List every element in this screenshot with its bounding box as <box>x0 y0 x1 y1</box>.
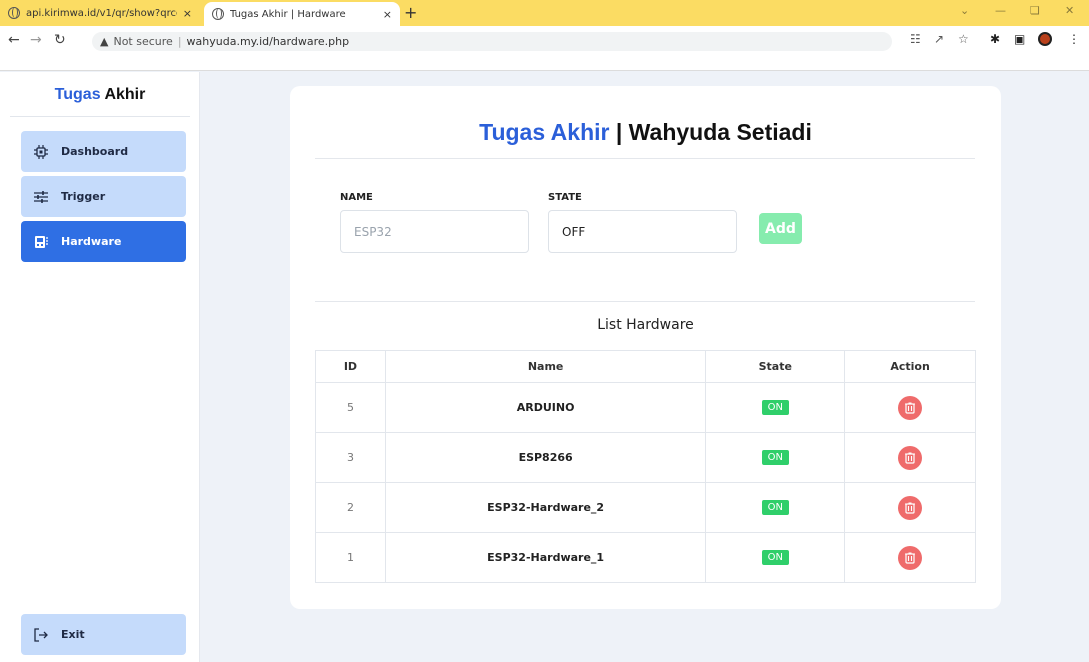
url-separator: | <box>177 35 182 48</box>
minimize-icon[interactable]: — <box>995 4 1006 17</box>
profile-avatar[interactable] <box>1038 32 1052 46</box>
cell-state: ON <box>705 382 846 433</box>
cell-action <box>844 482 976 533</box>
back-icon[interactable]: ← <box>8 32 20 48</box>
table-row: 2 ESP32-Hardware_2 ON <box>315 482 976 533</box>
warning-icon: ▲ <box>100 35 109 48</box>
globe-icon <box>8 7 20 19</box>
chip-icon <box>34 144 48 159</box>
brand-accent: Tugas <box>54 86 101 103</box>
header-action: Action <box>844 350 976 383</box>
title-accent: Tugas Akhir <box>479 119 610 145</box>
restore-icon[interactable]: ❏ <box>1030 4 1040 17</box>
url-bar[interactable]: ▲ Not secure | wahyuda.my.id/hardware.ph… <box>92 32 892 51</box>
cell-name: ESP32-Hardware_1 <box>384 532 707 583</box>
trash-icon <box>905 401 916 414</box>
cell-name: ESP32-Hardware_2 <box>384 482 707 533</box>
table-row: 3 ESP8266 ON <box>315 432 976 483</box>
bookmark-star-icon[interactable]: ☆ <box>958 32 969 46</box>
form-divider <box>315 301 975 302</box>
window-close-icon[interactable]: ✕ <box>1065 4 1074 17</box>
delete-button[interactable] <box>898 495 923 520</box>
status-badge[interactable]: ON <box>761 500 789 515</box>
table-row: 5 ARDUINO ON <box>315 382 976 433</box>
cell-state: ON <box>705 482 846 533</box>
brand-rest: Akhir <box>100 86 146 103</box>
main-card: Tugas Akhir | Wahyuda Setiadi NAME STATE… <box>290 86 1001 609</box>
share-icon[interactable]: ↗ <box>934 32 944 46</box>
browser-tab-bar: api.kirimwa.id/v1/qr/show?qrcod × Tugas … <box>0 0 1089 26</box>
cell-state: ON <box>705 532 846 583</box>
exit-label: Exit <box>61 628 85 641</box>
menu-kebab-icon[interactable]: ⋮ <box>1068 32 1080 46</box>
globe-icon <box>212 8 224 20</box>
tab-title: Tugas Akhir | Hardware <box>230 8 346 20</box>
sidebar-item-hardware[interactable]: Hardware <box>21 221 186 262</box>
sidebar-brand: Tugas Akhir <box>0 86 200 104</box>
cell-id: 5 <box>315 382 386 433</box>
table-header-row: ID Name State Action <box>315 350 976 383</box>
delete-button[interactable] <box>898 395 923 420</box>
board-icon <box>35 235 48 248</box>
sidebar: Tugas Akhir Dashboard Trigger Hardware E… <box>0 72 200 662</box>
title-rest: | Wahyuda Setiadi <box>609 119 812 145</box>
cell-action <box>844 382 976 433</box>
tab-search-icon[interactable]: ⌄ <box>960 4 969 17</box>
header-id: ID <box>315 350 386 383</box>
sidebar-divider <box>10 116 190 117</box>
status-badge[interactable]: ON <box>761 550 789 565</box>
address-toolbar: ← → ↻ ▲ Not secure | wahyuda.my.id/hardw… <box>0 26 1089 71</box>
sliders-icon <box>34 190 48 203</box>
cell-action <box>844 432 976 483</box>
browser-tab-kirimwa[interactable]: api.kirimwa.id/v1/qr/show?qrcod × <box>0 0 200 26</box>
close-tab-icon[interactable]: × <box>183 7 192 20</box>
state-field[interactable]: OFF <box>548 210 737 253</box>
name-label: NAME <box>340 192 373 203</box>
cell-name: ARDUINO <box>384 382 707 433</box>
sidebar-item-exit[interactable]: Exit <box>21 614 186 655</box>
trash-icon <box>905 451 916 464</box>
security-label: Not secure <box>113 35 173 48</box>
extensions-icon[interactable]: ✱ <box>990 32 1000 46</box>
reload-icon[interactable]: ↻ <box>54 32 66 48</box>
sidebar-item-label: Trigger <box>61 190 106 203</box>
cell-action <box>844 532 976 583</box>
close-tab-icon[interactable]: × <box>383 8 392 21</box>
trash-icon <box>905 551 916 564</box>
title-divider <box>315 158 975 159</box>
cell-id: 3 <box>315 432 386 483</box>
tab-title: api.kirimwa.id/v1/qr/show?qrcod <box>26 7 177 19</box>
url-text: wahyuda.my.id/hardware.php <box>186 35 350 48</box>
delete-button[interactable] <box>898 545 923 570</box>
status-badge[interactable]: ON <box>761 450 789 465</box>
cell-name: ESP8266 <box>384 432 707 483</box>
header-name: Name <box>384 350 707 383</box>
sidebar-item-label: Dashboard <box>61 145 129 158</box>
table-row: 1 ESP32-Hardware_1 ON <box>315 532 976 583</box>
cell-state: ON <box>705 432 846 483</box>
side-panel-icon[interactable]: ▣ <box>1014 32 1025 46</box>
forward-icon[interactable]: → <box>30 32 42 48</box>
state-value: OFF <box>562 224 586 239</box>
cell-id: 1 <box>315 532 386 583</box>
header-state: State <box>705 350 846 383</box>
add-button[interactable]: Add <box>759 213 802 244</box>
list-title: List Hardware <box>597 317 694 333</box>
delete-button[interactable] <box>898 445 923 470</box>
sidebar-item-label: Hardware <box>61 235 122 248</box>
name-input[interactable] <box>340 210 529 253</box>
state-label: STATE <box>548 192 582 203</box>
hardware-table: ID Name State Action 5 ARDUINO ON 3 ESP8… <box>315 350 976 583</box>
translate-icon[interactable]: ☷ <box>910 32 921 46</box>
browser-tab-hardware[interactable]: Tugas Akhir | Hardware × <box>204 2 400 26</box>
sidebar-item-trigger[interactable]: Trigger <box>21 176 186 217</box>
trash-icon <box>905 501 916 514</box>
new-tab-button[interactable]: + <box>404 3 417 22</box>
status-badge[interactable]: ON <box>761 400 789 415</box>
sidebar-item-dashboard[interactable]: Dashboard <box>21 131 186 172</box>
logout-icon <box>34 627 48 642</box>
page-title: Tugas Akhir | Wahyuda Setiadi <box>290 119 1001 146</box>
cell-id: 2 <box>315 482 386 533</box>
